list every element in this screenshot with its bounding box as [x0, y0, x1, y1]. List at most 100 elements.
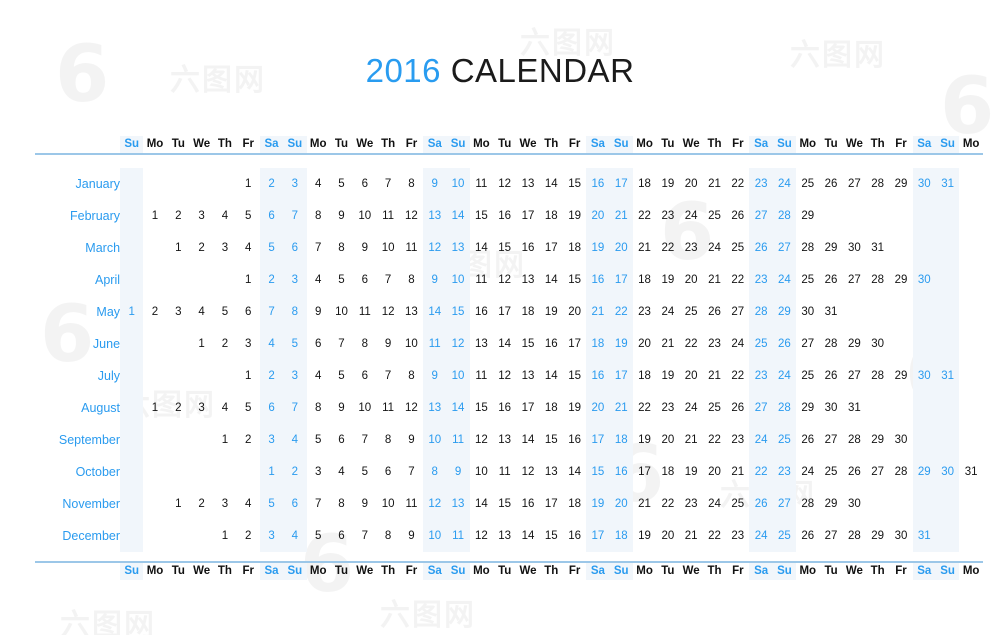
day-cell-april-14[interactable]: 14	[540, 264, 563, 296]
day-cell-october-22[interactable]: 22	[749, 456, 773, 488]
day-cell-november-6[interactable]: 6	[283, 488, 307, 520]
day-cell-november-23[interactable]: 23	[680, 488, 703, 520]
day-cell-january-25[interactable]: 25	[796, 168, 819, 200]
day-cell-may-18[interactable]: 18	[516, 296, 539, 328]
day-cell-february-24[interactable]: 24	[680, 200, 703, 232]
day-cell-september-26[interactable]: 26	[796, 424, 819, 456]
day-cell-november-1[interactable]: 1	[167, 488, 190, 520]
day-cell-july-18[interactable]: 18	[633, 360, 656, 392]
day-cell-september-19[interactable]: 19	[633, 424, 656, 456]
day-cell-june-13[interactable]: 13	[470, 328, 493, 360]
day-cell-october-17[interactable]: 17	[633, 456, 656, 488]
day-cell-may-1[interactable]: 1	[120, 296, 144, 328]
day-cell-april-20[interactable]: 20	[680, 264, 703, 296]
day-cell-july-6[interactable]: 6	[353, 360, 376, 392]
day-cell-september-18[interactable]: 18	[609, 424, 633, 456]
day-cell-december-19[interactable]: 19	[633, 520, 656, 552]
day-cell-september-6[interactable]: 6	[330, 424, 353, 456]
day-cell-november-17[interactable]: 17	[540, 488, 563, 520]
day-cell-january-19[interactable]: 19	[656, 168, 679, 200]
day-cell-march-9[interactable]: 9	[353, 232, 376, 264]
day-cell-january-5[interactable]: 5	[330, 168, 353, 200]
day-cell-january-17[interactable]: 17	[609, 168, 633, 200]
day-cell-december-22[interactable]: 22	[703, 520, 726, 552]
day-cell-february-18[interactable]: 18	[540, 200, 563, 232]
day-cell-march-20[interactable]: 20	[609, 232, 633, 264]
day-cell-august-1[interactable]: 1	[143, 392, 166, 424]
day-cell-april-30[interactable]: 30	[912, 264, 936, 296]
day-cell-july-9[interactable]: 9	[423, 360, 447, 392]
day-cell-june-16[interactable]: 16	[540, 328, 563, 360]
day-cell-october-16[interactable]: 16	[609, 456, 633, 488]
day-cell-march-14[interactable]: 14	[470, 232, 493, 264]
day-cell-may-12[interactable]: 12	[376, 296, 399, 328]
day-cell-september-5[interactable]: 5	[307, 424, 330, 456]
day-cell-may-19[interactable]: 19	[540, 296, 563, 328]
day-cell-june-8[interactable]: 8	[353, 328, 376, 360]
day-cell-september-30[interactable]: 30	[889, 424, 912, 456]
day-cell-april-13[interactable]: 13	[516, 264, 539, 296]
day-cell-january-9[interactable]: 9	[423, 168, 447, 200]
day-cell-may-21[interactable]: 21	[586, 296, 610, 328]
day-cell-may-25[interactable]: 25	[680, 296, 703, 328]
day-cell-january-1[interactable]: 1	[237, 168, 260, 200]
day-cell-august-4[interactable]: 4	[213, 392, 236, 424]
day-cell-april-23[interactable]: 23	[749, 264, 773, 296]
day-cell-december-29[interactable]: 29	[866, 520, 889, 552]
day-cell-march-12[interactable]: 12	[423, 232, 447, 264]
day-cell-april-16[interactable]: 16	[586, 264, 610, 296]
month-label-november[interactable]: November	[35, 488, 120, 520]
day-cell-april-24[interactable]: 24	[772, 264, 797, 296]
day-cell-november-5[interactable]: 5	[259, 488, 284, 520]
day-cell-april-21[interactable]: 21	[703, 264, 726, 296]
day-cell-april-3[interactable]: 3	[283, 264, 307, 296]
day-cell-october-20[interactable]: 20	[703, 456, 726, 488]
day-cell-january-13[interactable]: 13	[516, 168, 539, 200]
day-cell-november-2[interactable]: 2	[190, 488, 213, 520]
day-cell-february-1[interactable]: 1	[143, 200, 166, 232]
day-cell-june-12[interactable]: 12	[446, 328, 470, 360]
day-cell-may-2[interactable]: 2	[143, 296, 166, 328]
day-cell-october-11[interactable]: 11	[493, 456, 516, 488]
day-cell-july-23[interactable]: 23	[749, 360, 773, 392]
day-cell-september-28[interactable]: 28	[843, 424, 866, 456]
day-cell-february-4[interactable]: 4	[213, 200, 236, 232]
day-cell-may-20[interactable]: 20	[563, 296, 586, 328]
day-cell-december-1[interactable]: 1	[213, 520, 236, 552]
day-cell-june-5[interactable]: 5	[283, 328, 307, 360]
day-cell-november-4[interactable]: 4	[237, 488, 260, 520]
day-cell-june-19[interactable]: 19	[609, 328, 633, 360]
day-cell-december-30[interactable]: 30	[889, 520, 912, 552]
day-cell-may-4[interactable]: 4	[190, 296, 213, 328]
day-cell-november-14[interactable]: 14	[470, 488, 493, 520]
day-cell-september-12[interactable]: 12	[470, 424, 493, 456]
day-cell-september-2[interactable]: 2	[237, 424, 260, 456]
day-cell-november-22[interactable]: 22	[656, 488, 679, 520]
day-cell-may-26[interactable]: 26	[703, 296, 726, 328]
day-cell-november-18[interactable]: 18	[563, 488, 586, 520]
day-cell-april-27[interactable]: 27	[843, 264, 866, 296]
day-cell-june-24[interactable]: 24	[726, 328, 749, 360]
day-cell-april-8[interactable]: 8	[400, 264, 423, 296]
day-cell-november-12[interactable]: 12	[423, 488, 447, 520]
day-cell-december-26[interactable]: 26	[796, 520, 819, 552]
day-cell-august-11[interactable]: 11	[376, 392, 399, 424]
day-cell-may-8[interactable]: 8	[283, 296, 307, 328]
day-cell-july-26[interactable]: 26	[819, 360, 842, 392]
day-cell-march-2[interactable]: 2	[190, 232, 213, 264]
day-cell-july-13[interactable]: 13	[516, 360, 539, 392]
day-cell-january-16[interactable]: 16	[586, 168, 610, 200]
day-cell-july-2[interactable]: 2	[259, 360, 284, 392]
day-cell-december-31[interactable]: 31	[912, 520, 936, 552]
day-cell-august-12[interactable]: 12	[400, 392, 423, 424]
day-cell-september-11[interactable]: 11	[446, 424, 470, 456]
day-cell-june-1[interactable]: 1	[190, 328, 213, 360]
day-cell-june-17[interactable]: 17	[563, 328, 586, 360]
day-cell-august-13[interactable]: 13	[423, 392, 447, 424]
day-cell-march-19[interactable]: 19	[586, 232, 610, 264]
day-cell-august-22[interactable]: 22	[633, 392, 656, 424]
day-cell-july-30[interactable]: 30	[912, 360, 936, 392]
day-cell-june-26[interactable]: 26	[772, 328, 797, 360]
day-cell-february-8[interactable]: 8	[307, 200, 330, 232]
day-cell-october-23[interactable]: 23	[772, 456, 797, 488]
